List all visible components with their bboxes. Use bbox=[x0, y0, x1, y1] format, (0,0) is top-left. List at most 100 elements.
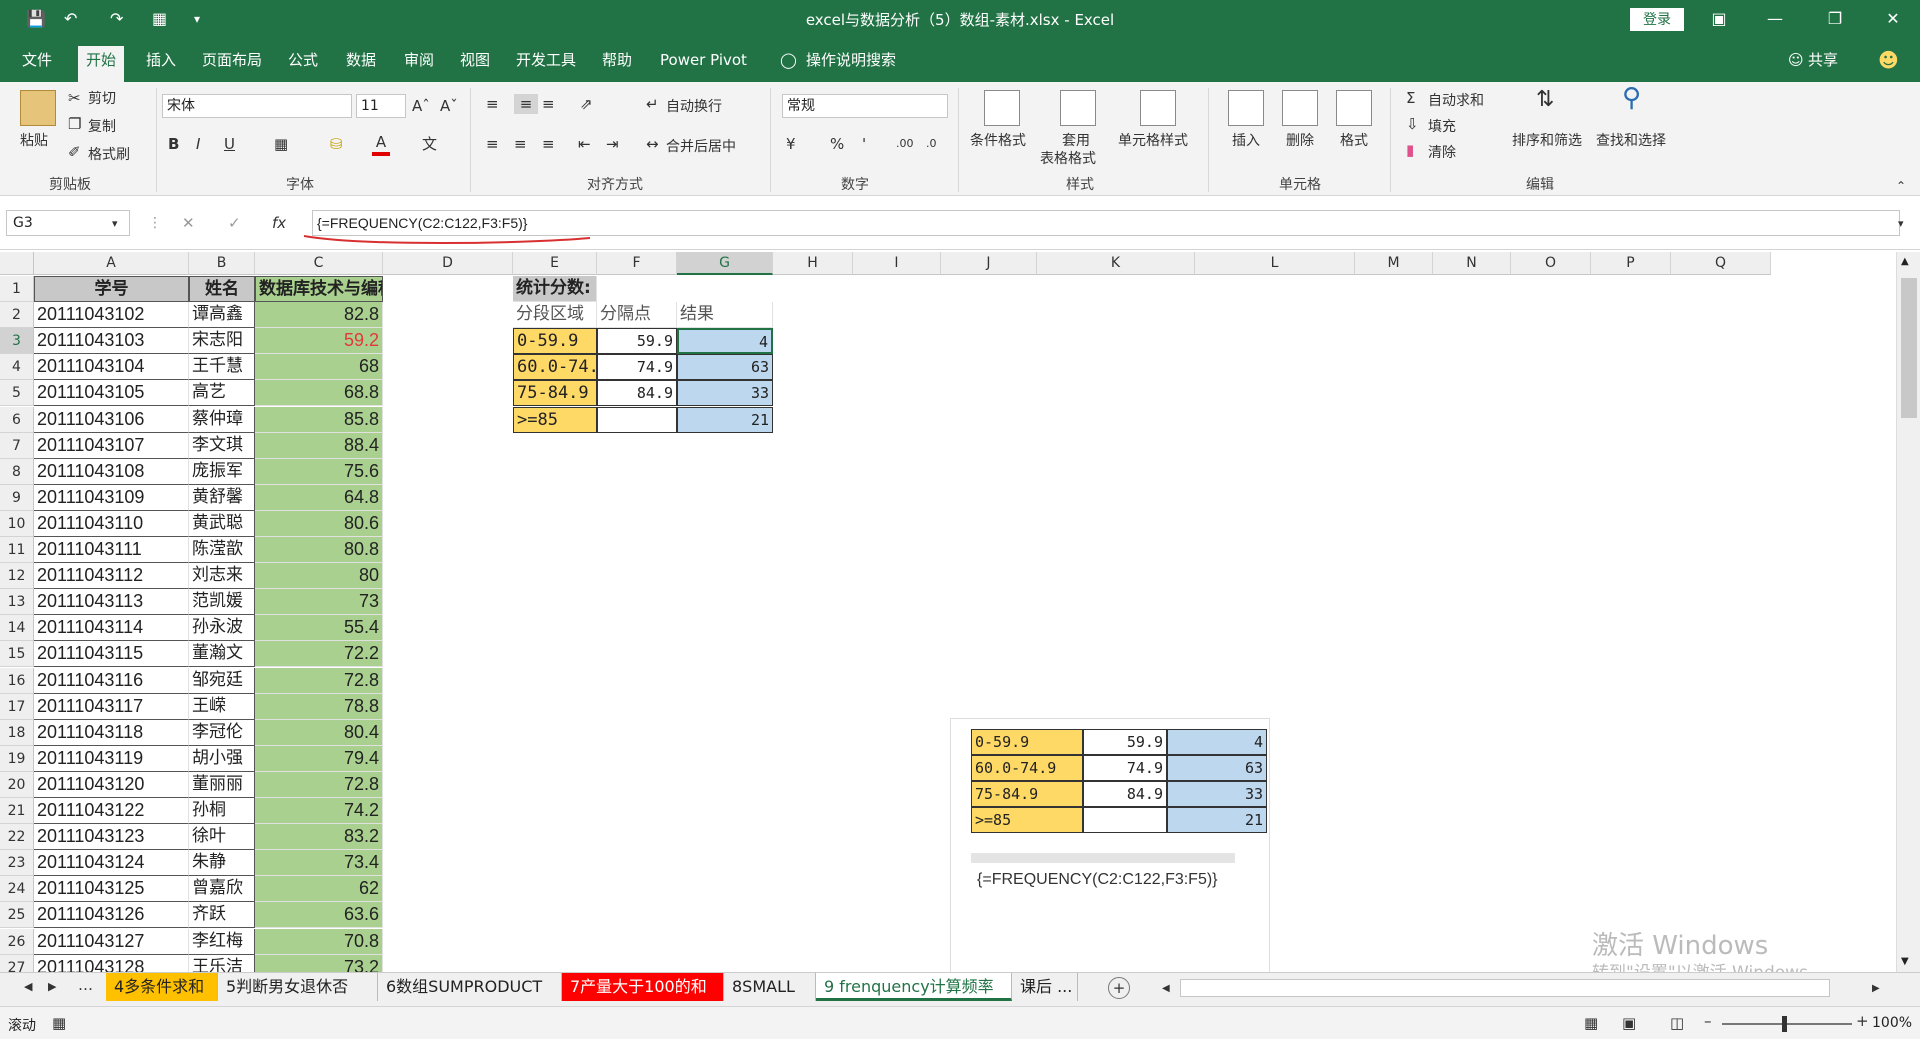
column-header-P[interactable]: P bbox=[1591, 252, 1671, 275]
table-cell[interactable]: 王千慧 bbox=[189, 354, 255, 381]
more-sheets-icon[interactable]: … bbox=[78, 975, 93, 995]
stats-header[interactable]: 结果 bbox=[677, 302, 773, 329]
table-cell[interactable]: 64.8 bbox=[255, 484, 383, 511]
table-cell[interactable]: 20111043109 bbox=[34, 484, 189, 511]
column-header-G[interactable]: G bbox=[677, 252, 773, 275]
column-header-D[interactable]: D bbox=[383, 252, 513, 275]
table-cell[interactable]: 20111043112 bbox=[34, 563, 189, 590]
format-painter-button[interactable]: 格式刷 bbox=[88, 144, 130, 164]
zoom-level[interactable]: 100% bbox=[1872, 1015, 1912, 1031]
paste-icon[interactable] bbox=[20, 90, 56, 126]
band-cell[interactable]: >=85 bbox=[513, 406, 597, 433]
table-cell[interactable]: 88.4 bbox=[255, 432, 383, 459]
row-header[interactable]: 7 bbox=[0, 432, 34, 459]
cancel-icon[interactable]: ✕ bbox=[182, 213, 195, 233]
table-cell[interactable]: 范凯媛 bbox=[189, 589, 255, 616]
row-header[interactable]: 15 bbox=[0, 641, 34, 668]
comma-button[interactable]: ' bbox=[862, 134, 866, 154]
table-cell[interactable]: 孙永波 bbox=[189, 615, 255, 642]
insert-function-icon[interactable]: fx bbox=[272, 213, 286, 233]
table-cell[interactable]: 80.6 bbox=[255, 510, 383, 537]
scroll-thumb[interactable] bbox=[1901, 278, 1917, 418]
table-cell[interactable]: 宋志阳 bbox=[189, 328, 255, 355]
login-button[interactable]: 登录 bbox=[1630, 8, 1684, 31]
column-header-A[interactable]: A bbox=[34, 252, 189, 275]
breakpoint-cell[interactable]: 84.9 bbox=[597, 380, 677, 407]
scroll-up-icon[interactable]: ▲ bbox=[1901, 256, 1909, 267]
restore-icon[interactable]: ❐ bbox=[1820, 6, 1850, 32]
column-header-L[interactable]: L bbox=[1195, 252, 1355, 275]
table-cell[interactable]: 李文琪 bbox=[189, 432, 255, 459]
font-size-select[interactable]: 11 bbox=[356, 94, 406, 118]
table-cell[interactable]: 孙桐 bbox=[189, 798, 255, 825]
merge-center-button[interactable]: 合并后居中 bbox=[666, 136, 736, 156]
table-cell[interactable]: 胡小强 bbox=[189, 745, 255, 772]
table-cell[interactable]: 68.8 bbox=[255, 380, 383, 407]
column-header-I[interactable]: I bbox=[853, 252, 941, 275]
table-cell[interactable]: 72.8 bbox=[255, 667, 383, 694]
column-header-N[interactable]: N bbox=[1433, 252, 1511, 275]
table-cell[interactable]: 朱静 bbox=[189, 850, 255, 877]
table-cell[interactable]: 20111043104 bbox=[34, 354, 189, 381]
tab-power-pivot[interactable]: Power Pivot bbox=[652, 48, 755, 82]
table-cell[interactable]: 20111043125 bbox=[34, 876, 189, 903]
row-header[interactable]: 23 bbox=[0, 850, 34, 877]
band-cell[interactable]: 60.0-74.9 bbox=[513, 354, 597, 381]
table-cell[interactable]: 72.8 bbox=[255, 771, 383, 798]
row-header[interactable]: 21 bbox=[0, 798, 34, 825]
sheet-tab-5[interactable]: 8SMALL bbox=[724, 973, 816, 1001]
close-icon[interactable]: ✕ bbox=[1878, 6, 1908, 32]
insert-cells-button[interactable]: 插入 bbox=[1232, 130, 1260, 150]
insert-cells-icon[interactable] bbox=[1228, 90, 1264, 126]
cell-styles-button[interactable]: 单元格样式 bbox=[1118, 130, 1188, 150]
table-cell[interactable]: 73.2 bbox=[255, 954, 383, 972]
select-all-corner[interactable] bbox=[0, 252, 34, 275]
expand-formula-icon[interactable]: ▾ bbox=[1898, 214, 1904, 234]
sort-filter-icon[interactable]: ⇅ bbox=[1536, 89, 1554, 111]
band-cell[interactable]: 75-84.9 bbox=[513, 380, 597, 407]
border-icon[interactable]: ▦ bbox=[274, 134, 288, 154]
column-header-F[interactable]: F bbox=[597, 252, 677, 275]
tab-home[interactable]: 开始 bbox=[78, 46, 125, 82]
table-cell[interactable]: 齐跃 bbox=[189, 902, 255, 929]
align-top-icon[interactable]: ≡ bbox=[486, 94, 499, 114]
collapse-ribbon-icon[interactable]: ⌃ bbox=[1896, 176, 1906, 196]
zoom-out-icon[interactable]: – bbox=[1704, 1011, 1712, 1031]
table-cell[interactable]: 20111043105 bbox=[34, 380, 189, 407]
align-bottom-icon[interactable]: ≡ bbox=[542, 94, 555, 114]
table-cell[interactable]: 董瀚文 bbox=[189, 641, 255, 668]
table-cell[interactable]: 79.4 bbox=[255, 745, 383, 772]
frequency-cell[interactable]: 4 bbox=[677, 328, 773, 355]
bold-button[interactable]: B bbox=[168, 134, 179, 154]
share-button[interactable]: 共享 bbox=[1800, 48, 1846, 82]
format-cells-icon[interactable] bbox=[1336, 90, 1372, 126]
table-cell[interactable]: 20111043123 bbox=[34, 824, 189, 851]
table-cell[interactable]: 68 bbox=[255, 354, 383, 381]
delete-cells-icon[interactable] bbox=[1282, 90, 1318, 126]
prev-sheet-icon[interactable]: ◀ bbox=[24, 977, 32, 997]
row-header[interactable]: 3 bbox=[0, 328, 34, 355]
table-cell[interactable]: 73 bbox=[255, 589, 383, 616]
table-cell[interactable]: 62 bbox=[255, 876, 383, 903]
hscroll-right-icon[interactable]: ▶ bbox=[1872, 979, 1880, 999]
row-header[interactable]: 18 bbox=[0, 719, 34, 746]
table-cell[interactable]: 80.8 bbox=[255, 537, 383, 564]
currency-icon[interactable]: ¥ bbox=[786, 134, 796, 154]
sort-filter-button[interactable]: 排序和筛选 bbox=[1512, 130, 1582, 150]
namebox-dropdown-icon[interactable]: ▾ bbox=[112, 214, 118, 234]
row-header[interactable]: 11 bbox=[0, 537, 34, 564]
table-cell[interactable]: 55.4 bbox=[255, 615, 383, 642]
table-cell[interactable]: 庞振军 bbox=[189, 458, 255, 485]
table-cell[interactable]: 20111043126 bbox=[34, 902, 189, 929]
enter-icon[interactable]: ✓ bbox=[228, 213, 241, 233]
tell-me-search[interactable]: 操作说明搜索 bbox=[798, 48, 904, 82]
page-layout-view-icon[interactable]: ▣ bbox=[1622, 1013, 1636, 1033]
stats-title[interactable]: 统计分数: bbox=[513, 276, 597, 303]
row-header[interactable]: 14 bbox=[0, 615, 34, 642]
breakpoint-cell[interactable] bbox=[597, 406, 677, 433]
breakpoint-cell[interactable]: 74.9 bbox=[597, 354, 677, 381]
row-header[interactable]: 26 bbox=[0, 928, 34, 955]
fill-button[interactable]: 填充 bbox=[1428, 116, 1456, 136]
align-center-icon[interactable]: ≡ bbox=[514, 134, 527, 154]
tab-file[interactable]: 文件 bbox=[14, 48, 60, 82]
